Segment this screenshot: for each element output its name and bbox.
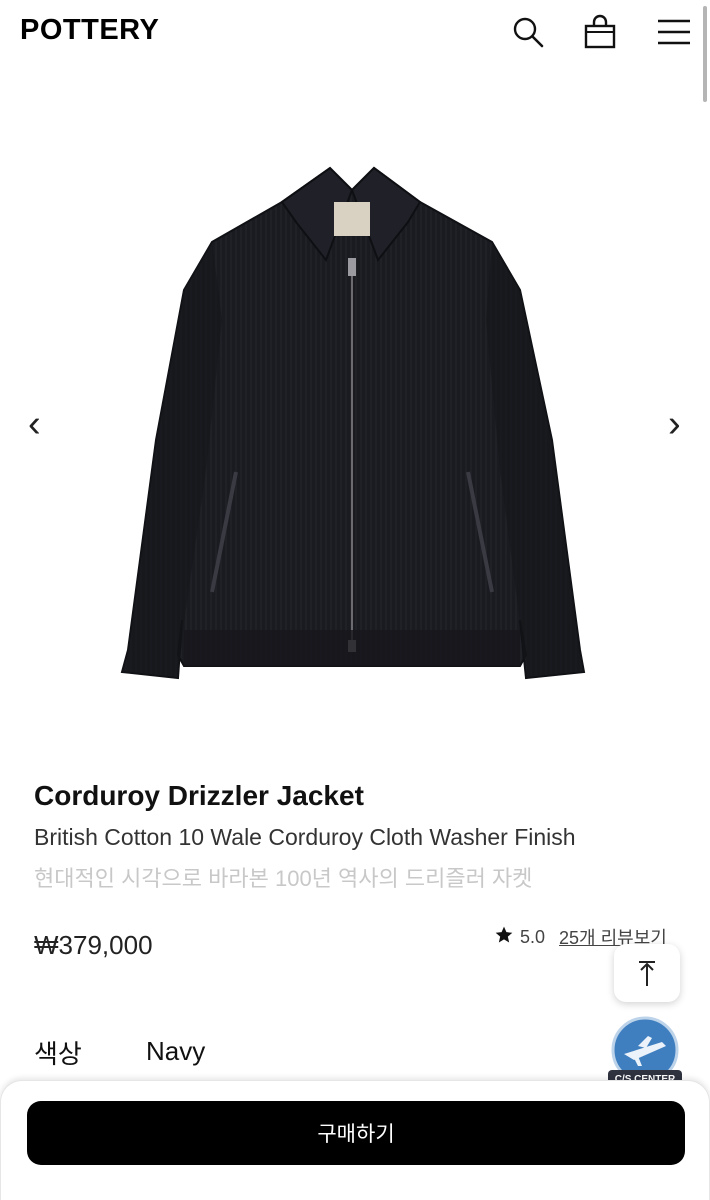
product-title: Corduroy Drizzler Jacket: [34, 780, 364, 811]
color-label: 색상: [34, 1039, 82, 1069]
product-subtitle: British Cotton 10 Wale Corduroy Cloth Wa…: [34, 824, 576, 850]
arrow-up-icon: [639, 961, 655, 986]
rating-value: 5.0: [520, 926, 546, 947]
shopping-bag-icon[interactable]: [582, 14, 618, 50]
logo[interactable]: POTTERY: [20, 14, 159, 47]
bottom-action-bar: 구매하기: [0, 1080, 710, 1200]
star-icon: [494, 925, 514, 950]
search-icon[interactable]: [510, 14, 546, 50]
product-price: ₩379,000: [34, 930, 153, 960]
scrollbar[interactable]: [703, 6, 707, 102]
scroll-to-top-button[interactable]: [614, 944, 680, 1002]
menu-icon[interactable]: [656, 14, 692, 50]
product-info: Corduroy Drizzler Jacket British Cotton …: [34, 780, 684, 893]
product-image-gallery[interactable]: ‹ ›: [0, 110, 710, 750]
buy-button[interactable]: 구매하기: [27, 1101, 685, 1165]
cs-center-button[interactable]: C/S CENTER: [604, 1016, 686, 1090]
product-image-jacket: [120, 166, 586, 680]
color-value[interactable]: Navy: [146, 1036, 205, 1067]
header: POTTERY: [0, 0, 710, 66]
product-description: 현대적인 시각으로 바라본 100년 역사의 드리즐러 자켓: [34, 866, 533, 891]
